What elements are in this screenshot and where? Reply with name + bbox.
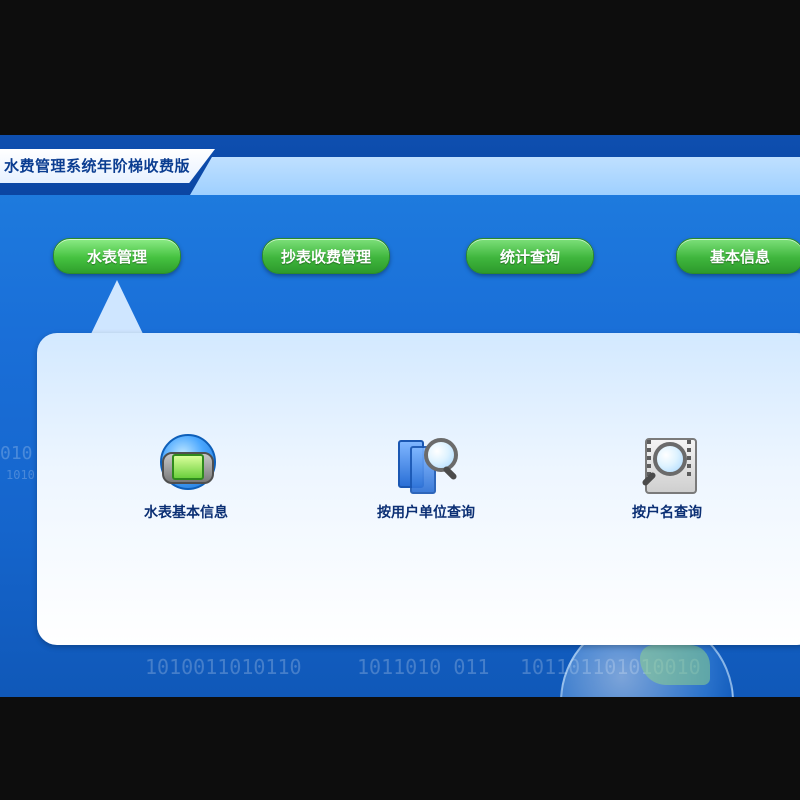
decor-binary-text: 1011010 011 bbox=[357, 655, 490, 679]
magnifier-icon bbox=[424, 438, 458, 472]
query-by-unit-item[interactable]: 按用户单位查询 bbox=[346, 432, 506, 522]
film-holes-right bbox=[687, 440, 691, 480]
water-meter-info-icon bbox=[154, 432, 218, 496]
nav-statistics-query-button[interactable]: 统计查询 bbox=[466, 238, 594, 274]
decor-binary-text: 1010011010110 bbox=[145, 655, 302, 679]
query-by-unit-icon bbox=[394, 432, 458, 496]
nav-basic-info-button[interactable]: 基本信息 bbox=[676, 238, 800, 274]
panel-callout-pointer bbox=[90, 280, 144, 336]
magnifier-icon bbox=[653, 442, 687, 476]
bottom-letterbox bbox=[0, 697, 800, 800]
header-highlight bbox=[190, 157, 800, 195]
money-icon bbox=[172, 454, 204, 480]
app-title: 水费管理系统年阶梯收费版 bbox=[4, 157, 191, 175]
query-by-name-item[interactable]: 按户名查询 bbox=[587, 432, 747, 522]
decor-binary-text: 1010 bbox=[6, 468, 35, 482]
function-label: 按用户单位查询 bbox=[377, 505, 475, 521]
nav-meter-reading-billing-button[interactable]: 抄表收费管理 bbox=[262, 238, 390, 274]
function-label: 按户名查询 bbox=[632, 505, 702, 521]
decor-binary-text: 010 bbox=[0, 443, 33, 464]
app-window: 水费管理系统年阶梯收费版 1010011010110 1011010 011 1… bbox=[0, 135, 800, 697]
top-letterbox bbox=[0, 0, 800, 135]
decor-land bbox=[640, 645, 710, 685]
nav-water-meter-management-button[interactable]: 水表管理 bbox=[53, 238, 181, 274]
query-by-name-icon bbox=[635, 432, 699, 496]
function-label: 水表基本信息 bbox=[144, 505, 228, 521]
water-meter-basic-info-item[interactable]: 水表基本信息 bbox=[106, 432, 266, 522]
